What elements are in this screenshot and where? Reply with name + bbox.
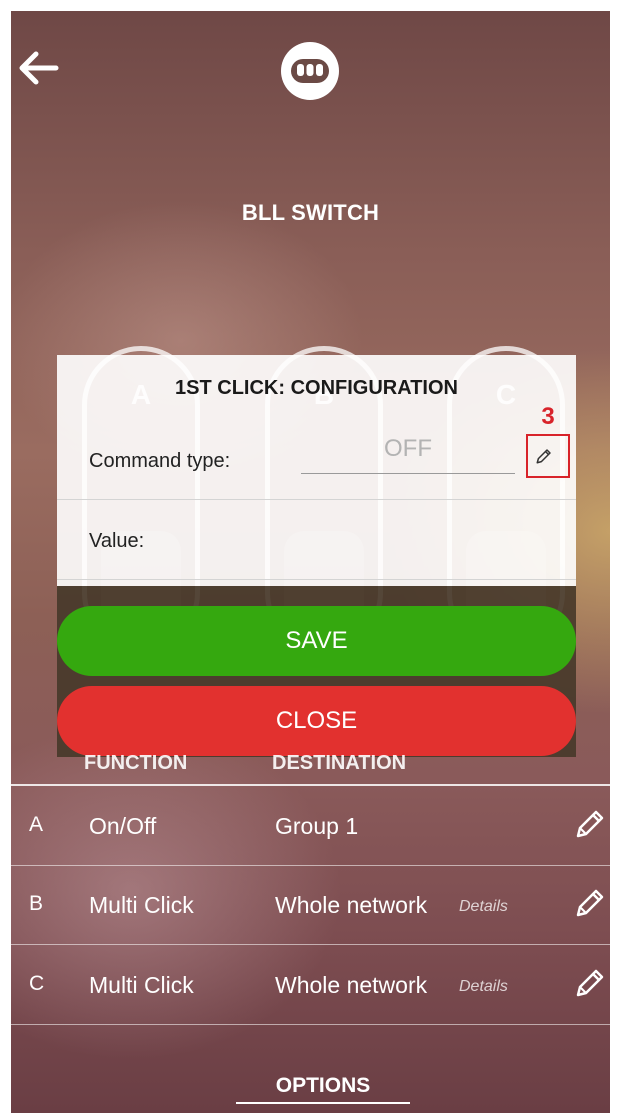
row-letter: A bbox=[29, 813, 44, 836]
table-row-a[interactable]: A On/Off Group 1 bbox=[11, 787, 610, 865]
options-tab[interactable]: OPTIONS bbox=[236, 1074, 410, 1098]
table-row-c[interactable]: C Multi Click Whole network Details bbox=[11, 946, 610, 1024]
row-divider bbox=[11, 944, 610, 945]
save-button[interactable]: SAVE bbox=[57, 606, 576, 676]
device-switch-icon bbox=[281, 42, 339, 100]
row-details-link[interactable]: Details bbox=[459, 898, 508, 916]
table-top-border bbox=[11, 784, 610, 786]
row-destination: Whole network bbox=[275, 972, 428, 998]
divider bbox=[57, 579, 576, 580]
row-destination: Group 1 bbox=[275, 813, 359, 839]
row-function: Multi Click bbox=[89, 892, 194, 918]
row-letter: C bbox=[29, 972, 45, 995]
page-title: BLL SWITCH bbox=[241, 200, 380, 225]
options-underline bbox=[236, 1102, 410, 1104]
divider bbox=[57, 499, 576, 500]
value-label: Value: bbox=[89, 530, 145, 552]
command-type-label: Command type: bbox=[89, 450, 231, 472]
command-type-underline bbox=[301, 473, 515, 474]
row-details-link[interactable]: Details bbox=[459, 978, 508, 996]
annotation-box bbox=[526, 434, 570, 478]
row-function: Multi Click bbox=[89, 972, 194, 998]
annotation-number: 3 bbox=[541, 403, 555, 430]
table-row-b[interactable]: B Multi Click Whole network Details bbox=[11, 866, 610, 944]
pencil-icon[interactable] bbox=[573, 807, 607, 841]
function-column-header: FUNCTION bbox=[84, 752, 188, 769]
command-type-value[interactable]: OFF bbox=[301, 435, 515, 463]
dialog-title: 1ST CLICK: CONFIGURATION bbox=[175, 377, 458, 399]
destination-column-header: DESTINATION bbox=[272, 752, 407, 769]
back-arrow-icon[interactable] bbox=[14, 44, 62, 92]
pencil-icon[interactable] bbox=[573, 966, 607, 1000]
row-function: On/Off bbox=[89, 813, 157, 839]
row-divider bbox=[11, 1024, 610, 1025]
row-letter: B bbox=[29, 892, 44, 915]
configuration-dialog: 1ST CLICK: CONFIGURATION Command type: O… bbox=[57, 355, 576, 586]
row-destination: Whole network bbox=[275, 892, 428, 918]
pencil-icon[interactable] bbox=[573, 886, 607, 920]
